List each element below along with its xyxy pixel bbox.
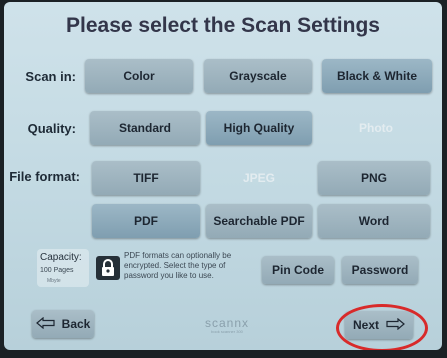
scan-color-button[interactable]: Color bbox=[85, 59, 193, 93]
page-title: Please select the Scan Settings bbox=[66, 14, 380, 37]
format-pdf-button[interactable]: PDF bbox=[92, 204, 200, 238]
capacity-panel: Capacity: 100 Pages Mbyte bbox=[37, 249, 89, 287]
encryption-note: PDF formats can optionally be encrypted.… bbox=[124, 251, 232, 280]
back-button[interactable]: Back bbox=[32, 310, 94, 338]
quality-photo-button: Photo bbox=[359, 121, 393, 135]
lock-icon bbox=[96, 256, 120, 280]
logo-text: scannx bbox=[204, 316, 250, 330]
password-button[interactable]: Password bbox=[342, 256, 418, 284]
capacity-title: Capacity: bbox=[40, 252, 82, 263]
quality-standard-button[interactable]: Standard bbox=[90, 111, 200, 145]
scan-grayscale-button[interactable]: Grayscale bbox=[204, 59, 312, 93]
capacity-value: 100 Pages bbox=[40, 267, 74, 274]
next-highlight-circle bbox=[336, 304, 428, 350]
file-format-label: File format: bbox=[9, 169, 80, 184]
format-searchable-pdf-button[interactable]: Searchable PDF bbox=[206, 204, 312, 238]
scan-black-white-button[interactable]: Black & White bbox=[322, 59, 432, 93]
back-arrow-icon bbox=[35, 316, 56, 332]
pin-code-button[interactable]: Pin Code bbox=[262, 256, 334, 284]
scan-in-label: Scan in: bbox=[25, 69, 76, 84]
capacity-unit: Mbyte bbox=[47, 278, 61, 284]
format-jpeg-button: JPEG bbox=[242, 171, 275, 185]
quality-label: Quality: bbox=[27, 121, 76, 136]
kiosk-screen: Please select the Scan Settings Scan in:… bbox=[4, 2, 442, 350]
scannx-logo: scannx book scanner 300 bbox=[199, 316, 255, 334]
back-label: Back bbox=[61, 317, 91, 331]
quality-high-button[interactable]: High Quality bbox=[206, 111, 312, 145]
format-png-button[interactable]: PNG bbox=[318, 161, 430, 195]
format-word-button[interactable]: Word bbox=[318, 204, 430, 238]
format-tiff-button[interactable]: TIFF bbox=[92, 161, 200, 195]
